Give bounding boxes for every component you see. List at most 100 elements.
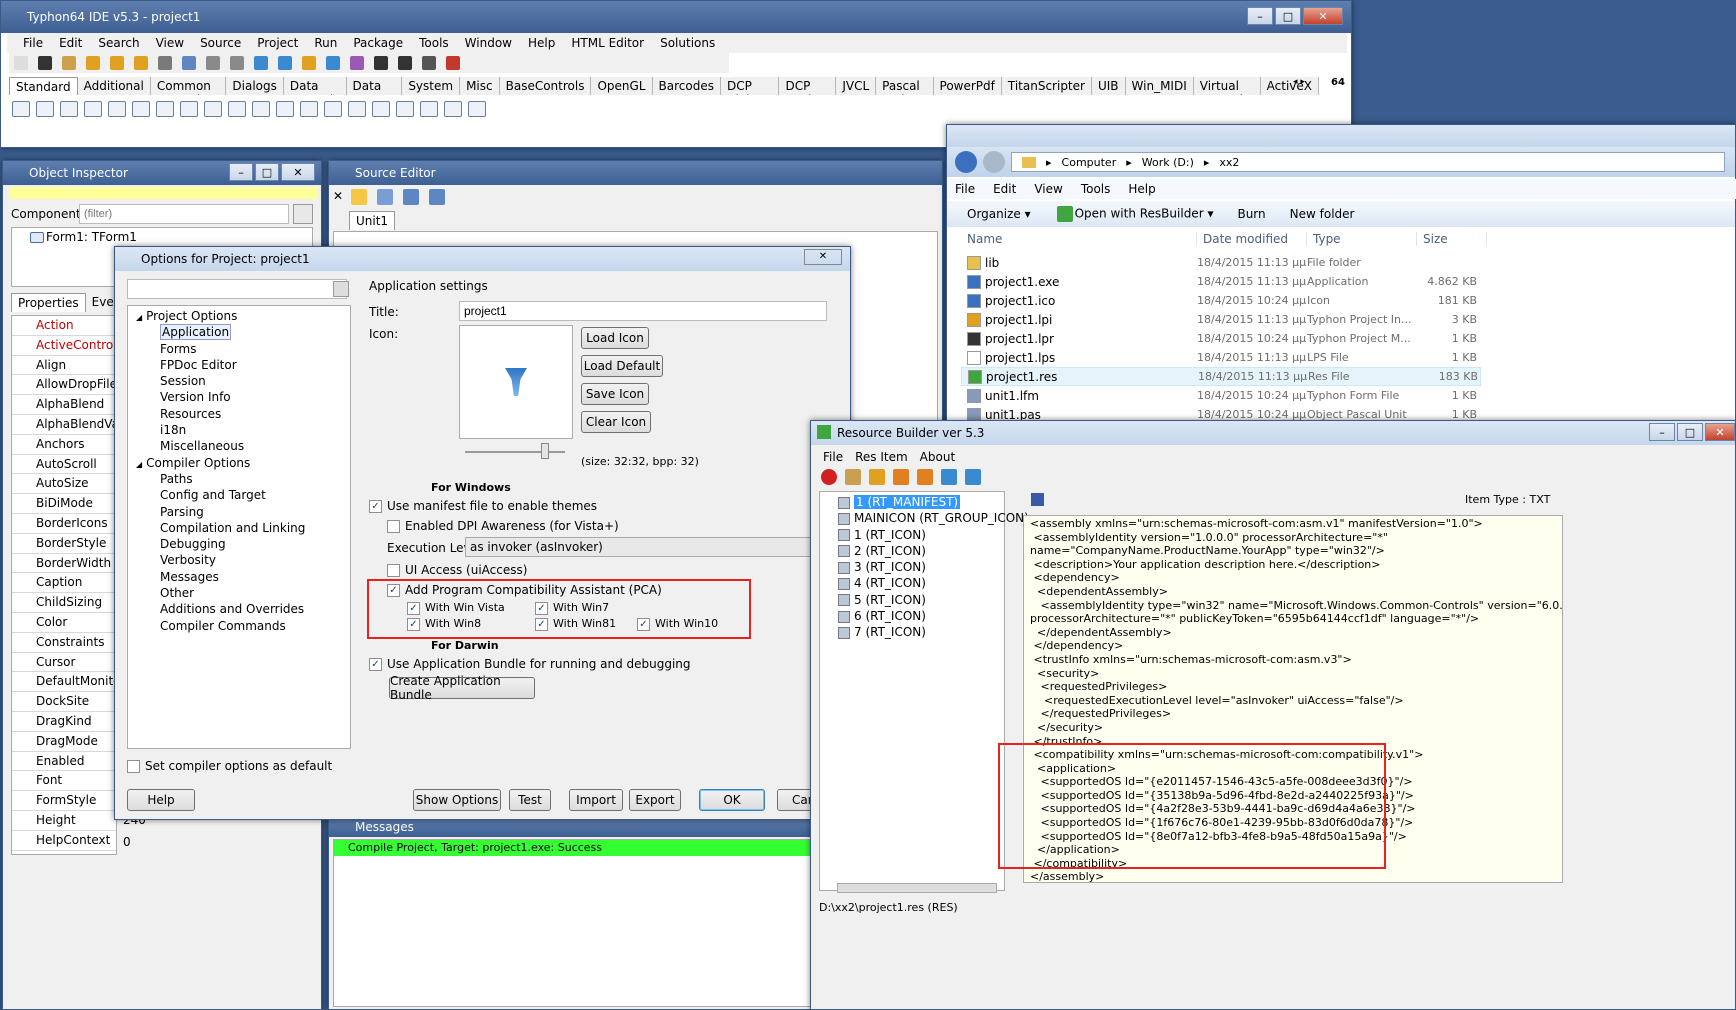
toolbar-button-12-icon[interactable] — [302, 56, 316, 70]
resource-item-2-rt-icon[interactable]: 2 (RT_ICON) — [820, 543, 1004, 559]
win81-checkbox[interactable]: ✓ With Win81 — [535, 617, 616, 631]
save-icon[interactable] — [893, 469, 909, 485]
slider-thumb[interactable] — [541, 443, 549, 459]
disk-save-icon[interactable] — [1031, 493, 1044, 506]
palette-component-13-icon[interactable] — [324, 101, 342, 117]
property-borderstyle[interactable]: BorderStyle — [12, 534, 116, 554]
palette-tab-dcp-hashes[interactable]: DCP Hashes — [779, 77, 837, 95]
palette-component-6-icon[interactable] — [156, 101, 174, 117]
palette-tab-basecontrols[interactable]: BaseControls — [500, 77, 592, 95]
options-filter-icon[interactable] — [333, 281, 349, 297]
toolbar-button-18-icon[interactable] — [446, 56, 460, 70]
dpi-checkbox[interactable]: Enabled DPI Awareness (for Vista+) — [387, 519, 619, 533]
file-row-lib[interactable]: lib 18/4/2015 11:13 μμ File folder — [961, 253, 1481, 272]
resource-item-3-rt-icon[interactable]: 3 (RT_ICON) — [820, 559, 1004, 575]
options-tree-item-compiler-options[interactable]: ◢ Compiler Options — [128, 455, 350, 471]
minimize-button[interactable]: – — [1247, 7, 1273, 25]
resource-item-6-rt-icon[interactable]: 6 (RT_ICON) — [820, 608, 1004, 624]
property-allowdropfiles[interactable]: AllowDropFiles — [12, 375, 116, 396]
rb-menu-about[interactable]: About — [920, 450, 955, 464]
close-button[interactable]: ✕ — [1303, 7, 1343, 25]
helpcontext-value[interactable]: 0 — [123, 835, 131, 849]
ui-access-checkbox[interactable]: UI Access (uiAccess) — [387, 563, 527, 577]
options-tree-item-verbosity[interactable]: Verbosity — [128, 552, 350, 568]
menu-file[interactable]: File — [15, 36, 51, 50]
palette-tab-standard[interactable]: Standard — [9, 77, 78, 95]
show-options-button[interactable]: Show Options — [413, 789, 501, 811]
palette-tab-jvcl[interactable]: JVCL — [836, 77, 877, 95]
palette-tab-misc[interactable]: Misc — [460, 77, 500, 95]
open-with-button[interactable]: Open with ResBuilder ▾ — [1055, 206, 1213, 222]
oi-minimize-button[interactable]: – — [229, 163, 253, 181]
load-icon-button[interactable]: Load Icon — [581, 327, 649, 349]
clear-icon-button[interactable]: Clear Icon — [581, 411, 651, 433]
back-icon[interactable] — [403, 189, 420, 205]
load-default-button[interactable]: Load Default — [581, 355, 663, 377]
file-row-project1-lpi[interactable]: project1.lpi 18/4/2015 11:13 μμ Typhon Pro… — [961, 310, 1481, 329]
win8-checkbox[interactable]: ✓ With Win8 — [407, 617, 481, 631]
explorer-menu-edit[interactable]: Edit — [993, 182, 1016, 196]
create-bundle-button[interactable]: Create Application Bundle — [389, 674, 535, 702]
file-row-project1-lps[interactable]: project1.lps 18/4/2015 11:13 μμ LPS File 1 … — [961, 348, 1481, 367]
options-tree-item-resources[interactable]: Resources — [128, 406, 350, 422]
toolbar-button-9-icon[interactable] — [230, 56, 244, 70]
menu-source[interactable]: Source — [192, 36, 249, 50]
options-tree-item-version-info[interactable]: Version Info — [128, 389, 350, 405]
bundle-checkbox[interactable]: ✓ Use Application Bundle for running and … — [369, 657, 691, 671]
palette-component-18-icon[interactable] — [444, 101, 462, 117]
palette-component-17-icon[interactable] — [420, 101, 438, 117]
toolbar-button-13-icon[interactable] — [326, 56, 340, 70]
options-tree-item-messages[interactable]: Messages — [128, 569, 350, 585]
toolbar-button-0-icon[interactable] — [14, 56, 28, 70]
toolbar-button-5-icon[interactable] — [134, 56, 148, 70]
tab-properties[interactable]: Properties — [11, 293, 86, 312]
export-icon[interactable] — [917, 469, 933, 485]
property-height[interactable]: Height — [12, 811, 116, 831]
options-tree-item-compilation-and-linking[interactable]: Compilation and Linking — [128, 520, 350, 536]
menu-edit[interactable]: Edit — [51, 36, 90, 50]
file-row-project1-lpr[interactable]: project1.lpr 18/4/2015 10:24 μμ Typhon Pro… — [961, 329, 1481, 348]
palette-component-3-icon[interactable] — [84, 101, 102, 117]
toolbar-button-8-icon[interactable] — [206, 56, 220, 70]
palette-component-12-icon[interactable] — [300, 101, 318, 117]
address-bar[interactable]: ▸ Computer ▸ Work (D:) ▸ xx2 — [1011, 152, 1725, 172]
use-manifest-checkbox[interactable]: ✓ Use manifest file to enable themes — [369, 499, 597, 513]
toolbar-button-2-icon[interactable] — [62, 56, 76, 70]
property-helpcontext[interactable]: HelpContext — [12, 831, 116, 851]
options-close-button[interactable]: ✕ — [804, 249, 842, 265]
breadcrumb-xx2[interactable]: xx2 — [1219, 156, 1239, 169]
palette-tab-data-controls[interactable]: Data Controls — [284, 77, 347, 95]
toolbar-button-4-icon[interactable] — [110, 56, 124, 70]
column-header-date-modified[interactable]: Date modified — [1197, 231, 1307, 246]
options-tree-item-other[interactable]: Other — [128, 585, 350, 601]
ok-button[interactable]: OK — [699, 789, 765, 811]
property-color[interactable]: Color — [12, 613, 116, 633]
property-dragkind[interactable]: DragKind — [12, 712, 116, 732]
rb-menu-res-item[interactable]: Res Item — [855, 450, 908, 464]
options-tree-item-miscellaneous[interactable]: Miscellaneous — [128, 438, 350, 454]
palette-component-11-icon[interactable] — [276, 101, 294, 117]
palette-tab-dialogs[interactable]: Dialogs — [226, 77, 284, 95]
menu-window[interactable]: Window — [457, 36, 520, 50]
property-docksite[interactable]: DockSite — [12, 692, 116, 712]
test-button[interactable]: Test — [509, 789, 551, 811]
oi-close-button[interactable]: ✕ — [281, 163, 315, 181]
explorer-menu-view[interactable]: View — [1034, 182, 1062, 196]
toolbar-button-14-icon[interactable] — [350, 56, 364, 70]
palette-component-16-icon[interactable] — [396, 101, 414, 117]
resource-item-4-rt-icon[interactable]: 4 (RT_ICON) — [820, 575, 1004, 591]
hand-icon[interactable] — [351, 189, 368, 205]
options-tree-item-parsing[interactable]: Parsing — [128, 504, 350, 520]
palette-tab-powerpdf[interactable]: PowerPdf — [934, 77, 1002, 95]
property-dragmode[interactable]: DragMode — [12, 732, 116, 752]
rb-menu-file[interactable]: File — [823, 450, 843, 464]
palette-component-4-icon[interactable] — [108, 101, 126, 117]
palette-tab-virtual-controls[interactable]: Virtual Controls — [1194, 77, 1261, 95]
delete-icon[interactable] — [821, 469, 837, 485]
forward-icon[interactable] — [429, 189, 446, 205]
column-header-name[interactable]: Name — [961, 231, 1197, 246]
explorer-menu-file[interactable]: File — [955, 182, 975, 196]
palette-component-15-icon[interactable] — [372, 101, 390, 117]
options-tree-item-config-and-target[interactable]: Config and Target — [128, 487, 350, 503]
new-folder-button[interactable]: New folder — [1290, 207, 1355, 221]
